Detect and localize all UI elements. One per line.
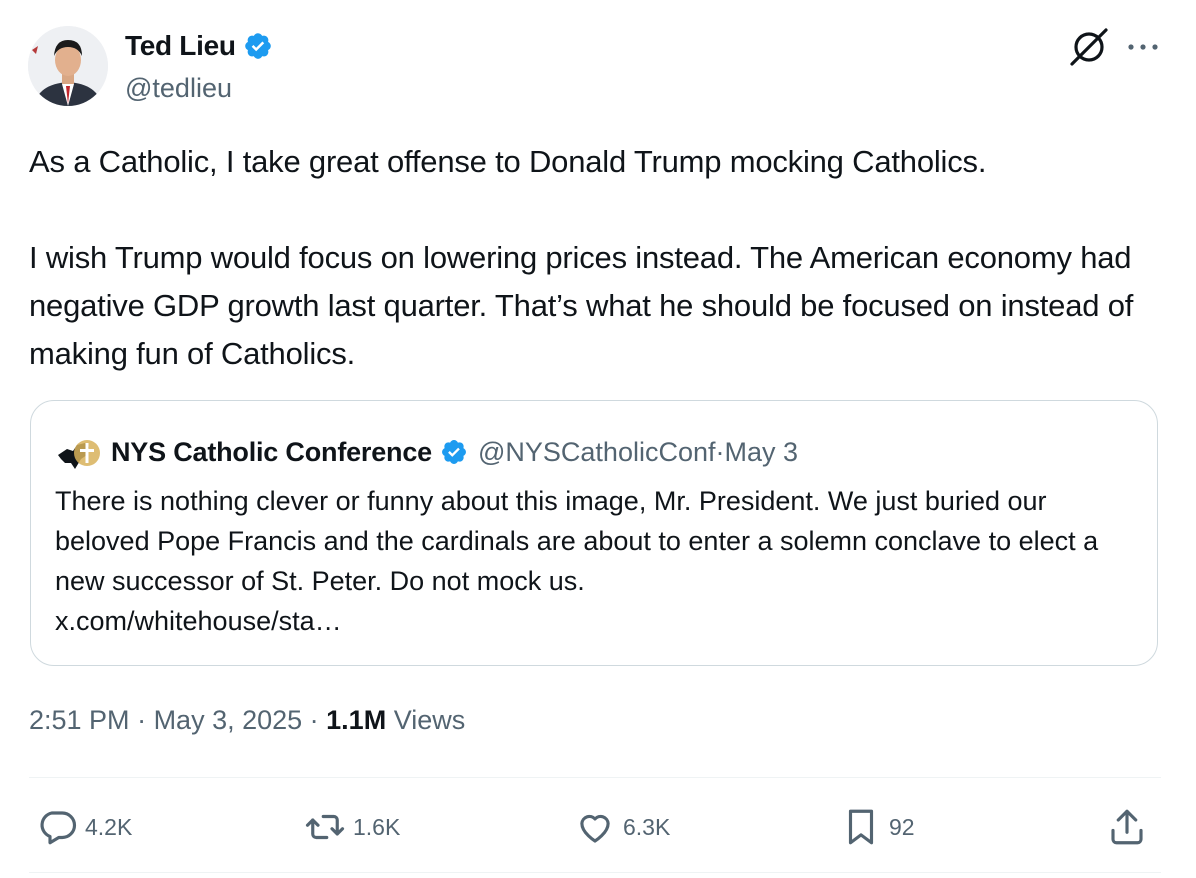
quoted-tweet-header: NYS Catholic Conference @NYSCatholicConf…: [55, 433, 798, 471]
quoted-tweet[interactable]: NYS Catholic Conference @NYSCatholicConf…: [30, 400, 1158, 666]
tweet-meta: 2:51 PM · May 3, 2025 · 1.1M Views: [29, 705, 465, 736]
quoted-author-name: NYS Catholic Conference: [111, 436, 432, 467]
reply-button[interactable]: 4.2K: [36, 806, 132, 848]
repost-count: 1.6K: [353, 813, 401, 840]
repost-icon: [305, 814, 345, 840]
quoted-date: May 3: [724, 436, 799, 467]
quoted-separator: ·: [715, 436, 725, 467]
views-label: Views: [386, 705, 466, 735]
reply-icon: [40, 811, 77, 845]
views-count: 1.1M: [326, 705, 387, 735]
bookmark-count: 92: [889, 813, 915, 840]
nys-catholic-logo: [58, 440, 100, 469]
tweet-date[interactable]: May 3, 2025: [154, 705, 303, 735]
share-button[interactable]: [1106, 806, 1155, 848]
author-handle[interactable]: @tedlieu: [125, 73, 232, 104]
like-button[interactable]: 6.3K: [574, 806, 670, 848]
avatar-photo: [28, 26, 108, 106]
divider: [29, 777, 1161, 778]
quoted-tweet-text: There is nothing clever or funny about t…: [55, 486, 1099, 636]
quoted-author-handle: @NYSCatholicConf: [477, 436, 716, 467]
tweet-text: As a Catholic, I take great offense to D…: [29, 144, 1134, 371]
verified-badge-icon: [442, 440, 466, 464]
like-count: 6.3K: [623, 813, 671, 840]
reply-count: 4.2K: [85, 813, 133, 840]
bookmark-icon: [848, 809, 874, 845]
repost-button[interactable]: 1.6K: [304, 806, 400, 848]
tweet-time[interactable]: 2:51 PM: [29, 705, 130, 735]
like-icon: [580, 814, 610, 843]
avatar[interactable]: [28, 26, 108, 106]
verified-badge-icon: [244, 33, 271, 59]
share-icon: [1111, 809, 1143, 845]
more-icon[interactable]: [1126, 34, 1160, 60]
author-name[interactable]: Ted Lieu: [125, 30, 236, 62]
meta-separator: ·: [129, 705, 154, 735]
meta-separator: ·: [302, 705, 327, 735]
divider: [29, 872, 1161, 873]
author-name-row[interactable]: Ted Lieu: [125, 30, 273, 62]
bookmark-button[interactable]: 92: [840, 806, 915, 848]
grok-icon[interactable]: [1068, 26, 1110, 68]
